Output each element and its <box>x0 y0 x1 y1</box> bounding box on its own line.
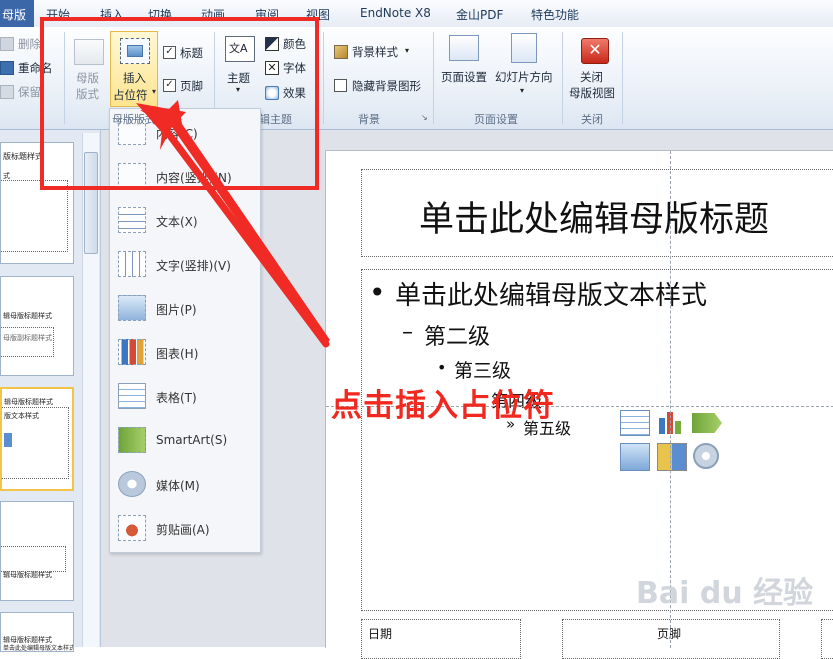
baidu-watermark: Bai du 经验 <box>636 576 814 611</box>
annotation-arrow <box>136 100 330 348</box>
arrow-shaft <box>152 113 330 348</box>
annotation-text: 点击插入占位符 <box>331 388 555 424</box>
